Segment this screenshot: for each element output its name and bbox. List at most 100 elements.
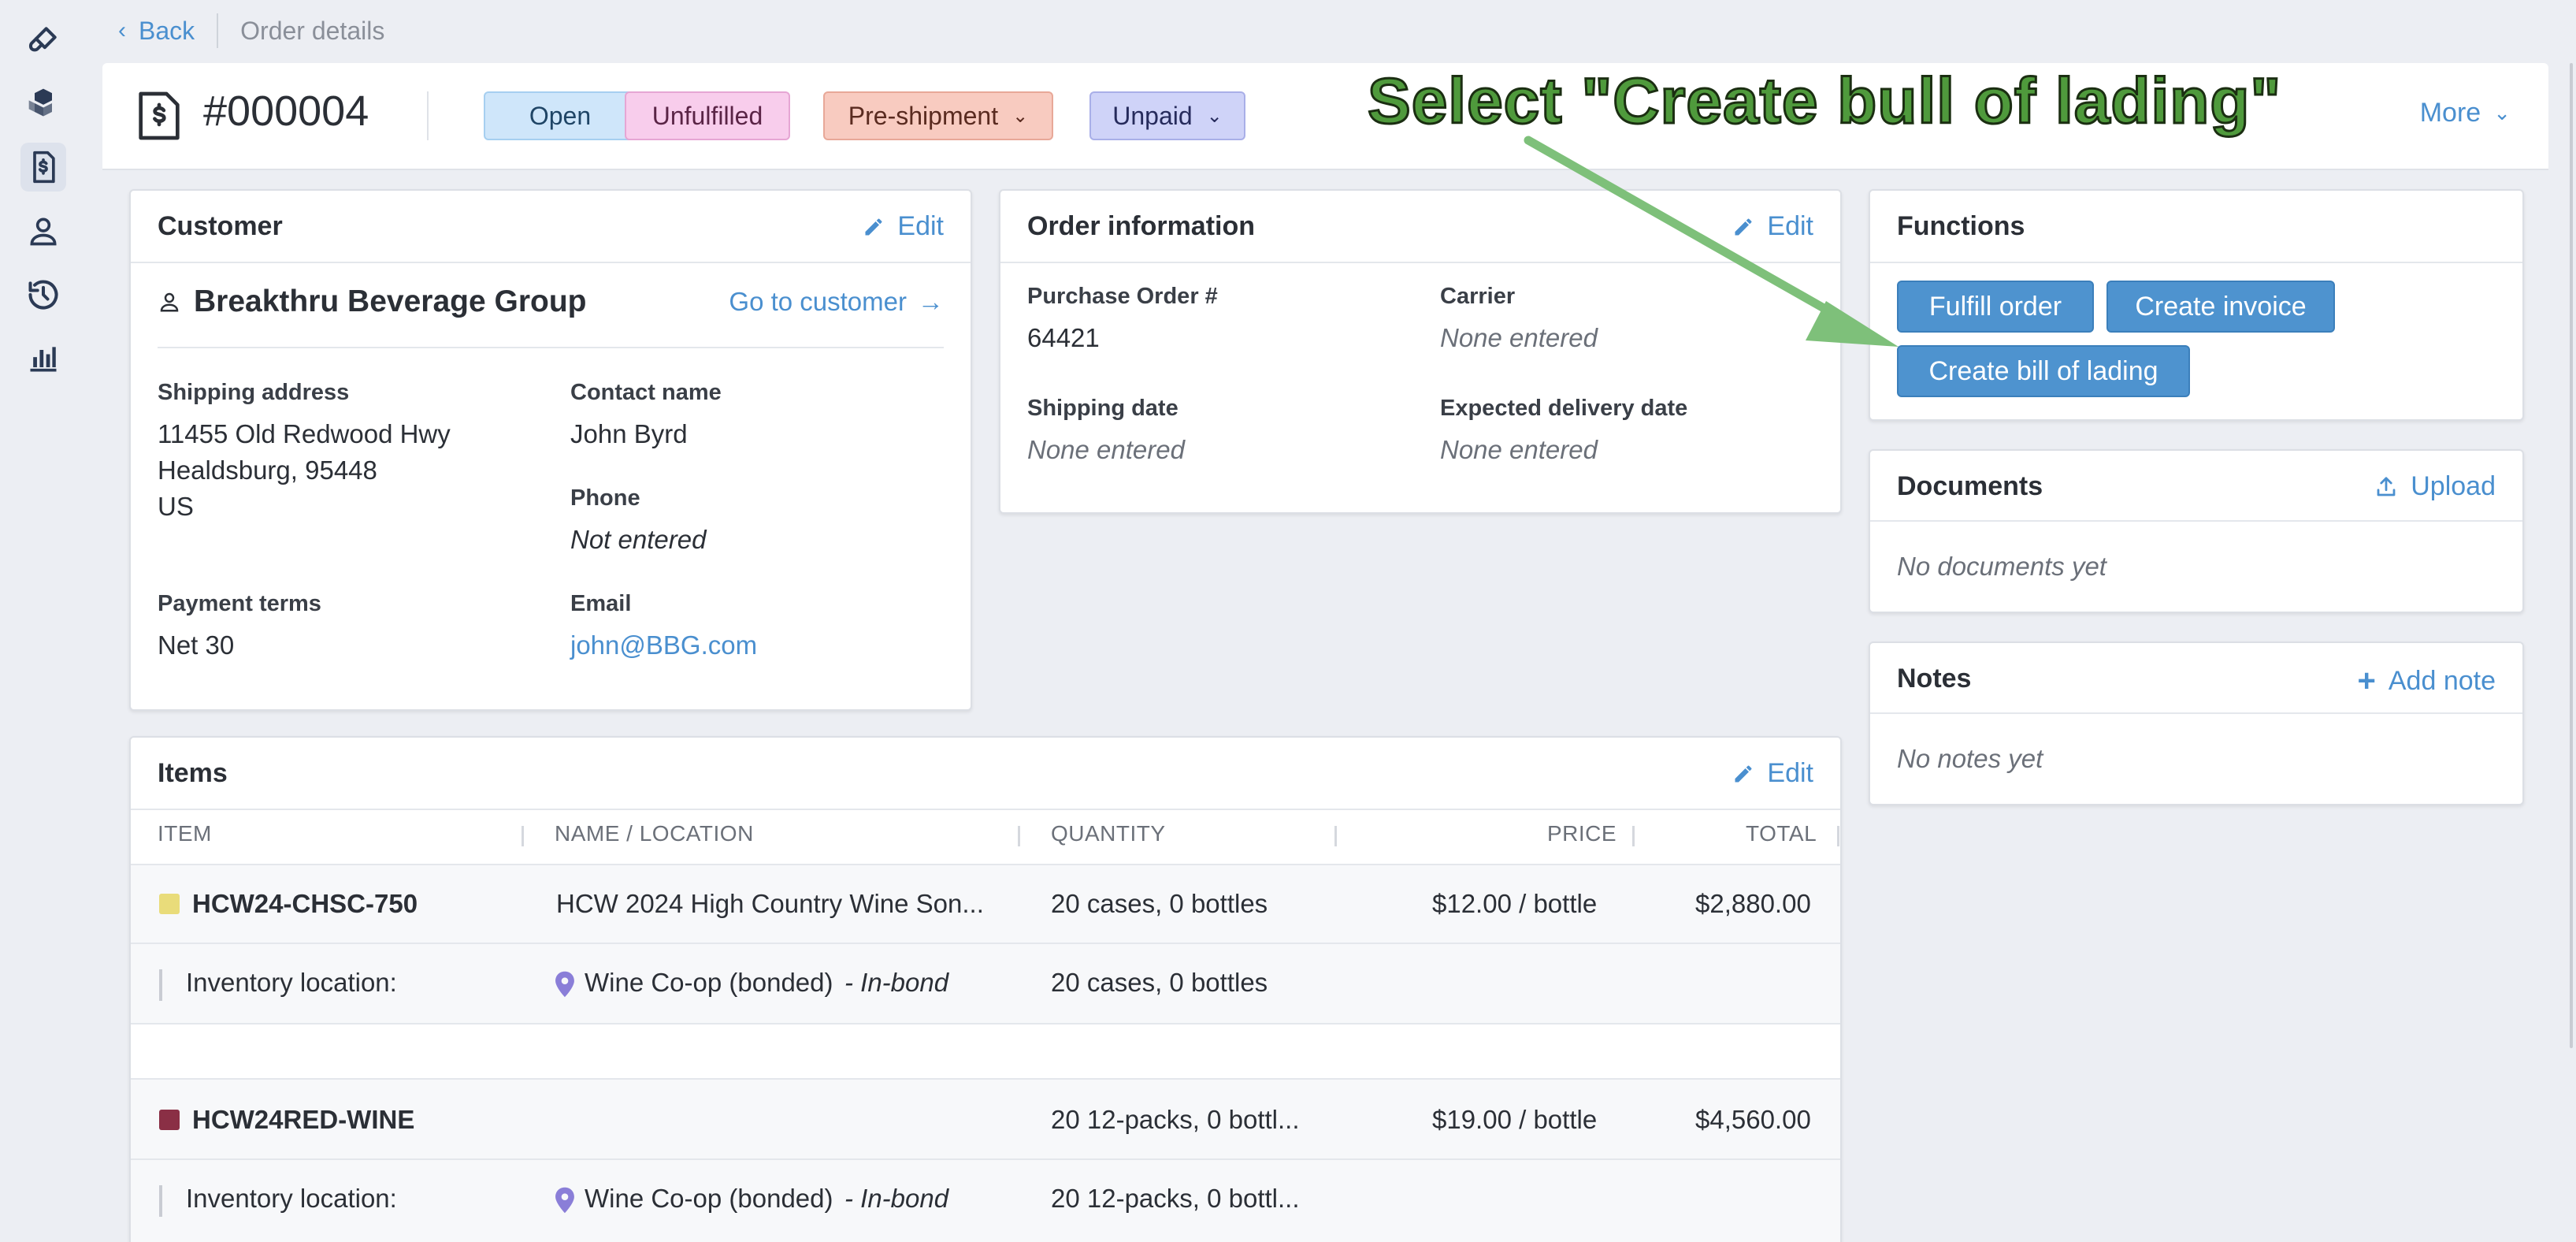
items-edit-button[interactable]: Edit [1732, 758, 1813, 789]
status-badge-payment[interactable]: Unpaid ⌄ [1089, 91, 1245, 140]
go-to-customer-label: Go to customer [729, 287, 907, 316]
back-link[interactable]: ‹ Back [118, 17, 195, 46]
column-header-name[interactable]: NAME / LOCATION [555, 821, 754, 846]
add-note-button[interactable]: + Add note [2358, 664, 2496, 699]
item-price: $19.00 / bottle [1432, 1105, 1598, 1134]
table-row-location: Inventory location: Wine Co-op (bonded) … [131, 944, 1840, 1024]
card-divider [1870, 262, 2522, 263]
card-divider [1870, 712, 2522, 714]
item-quantity: 20 cases, 0 bottles [1051, 889, 1268, 918]
item-name: HCW 2024 High Country Wine Son... [556, 889, 984, 918]
location-tag: - In-bond [844, 968, 949, 997]
column-header-item[interactable]: ITEM [158, 821, 212, 846]
item-color-swatch [159, 1110, 180, 1130]
chevron-down-icon: ⌄ [1206, 105, 1223, 127]
breadcrumb-divider [217, 13, 219, 48]
column-resize-handle[interactable] [1018, 826, 1020, 846]
location-name[interactable]: Wine Co-op (bonded) [585, 968, 833, 998]
po-value: 64421 [1027, 323, 1100, 352]
contact-name-value: John Byrd [570, 419, 688, 448]
header-divider [427, 91, 429, 140]
shipping-date-value: None entered [1027, 435, 1185, 464]
upload-button[interactable]: Upload [2374, 471, 2496, 502]
back-label: Back [139, 16, 195, 45]
functions-title: Functions [1897, 211, 2025, 241]
paintbrush-icon [28, 27, 57, 52]
location-label: Inventory location: [186, 1184, 397, 1213]
location-tag: - In-bond [844, 1184, 949, 1213]
status-badge-shipment[interactable]: Pre-shipment ⌄ [823, 91, 1053, 140]
location-label: Inventory location: [186, 968, 397, 997]
documents-title: Documents [1897, 471, 2043, 501]
pencil-icon [1735, 765, 1752, 782]
order-info-edit-button[interactable]: Edit [1732, 211, 1813, 242]
shipping-address-label: Shipping address [158, 380, 350, 405]
items-title: Items [158, 758, 228, 788]
email-link[interactable]: john@BBG.com [570, 627, 757, 664]
card-divider [1000, 262, 1840, 263]
payment-terms-label: Payment terms [158, 591, 321, 616]
column-resize-handle[interactable] [1837, 826, 1839, 846]
delivery-date-value: None entered [1440, 435, 1598, 464]
delivery-date-label: Expected delivery date [1440, 396, 1688, 421]
column-header-total[interactable]: TOTAL [1746, 821, 1817, 846]
badge-label: Unfulfilled [651, 101, 763, 130]
item-sku[interactable]: HCW24-CHSC-750 [192, 889, 418, 919]
map-pin-icon [555, 1187, 574, 1214]
functions-card: Functions Fulfill order Create invoice C… [1869, 189, 2524, 421]
card-divider [131, 809, 1840, 810]
bar-chart-icon [30, 347, 57, 372]
chevron-down-icon: ⌄ [2493, 101, 2511, 125]
page-scrollbar[interactable] [2570, 63, 2573, 1048]
carrier-value: None entered [1440, 323, 1598, 352]
column-header-quantity[interactable]: QUANTITY [1051, 821, 1166, 846]
table-row[interactable]: HCW24-CHSC-750 HCW 2024 High Country Win… [131, 865, 1840, 944]
po-label: Purchase Order # [1027, 284, 1218, 309]
item-color-swatch [159, 894, 180, 914]
left-rail [0, 0, 87, 1242]
column-resize-handle[interactable] [1334, 826, 1337, 846]
documents-card: Documents Upload No documents yet [1869, 449, 2524, 613]
payment-terms-value: Net 30 [158, 630, 235, 660]
column-resize-handle[interactable] [1632, 826, 1635, 846]
rail-item-customers[interactable] [20, 206, 66, 255]
go-to-customer-link[interactable]: Go to customer → [729, 287, 944, 317]
person-icon [30, 218, 57, 246]
rail-item-inventory[interactable] [20, 79, 66, 128]
column-header-price[interactable]: PRICE [1547, 821, 1616, 846]
status-badge-fulfillment: Unfulfilled [625, 91, 790, 140]
more-label: More [2419, 98, 2481, 128]
location-quantity: 20 12-packs, 0 bottl... [1051, 1184, 1300, 1213]
fulfill-order-button[interactable]: Fulfill order [1897, 281, 2094, 333]
person-icon [160, 292, 179, 312]
breadcrumb: ‹ Back Order details [118, 11, 384, 50]
more-menu-button[interactable]: More ⌄ [2420, 98, 2511, 128]
phone-label: Phone [570, 485, 640, 511]
location-quantity: 20 cases, 0 bottles [1051, 968, 1268, 997]
badge-label: Unpaid [1112, 101, 1193, 130]
add-note-label: Add note [2388, 666, 2496, 696]
rail-item-reports[interactable] [20, 334, 66, 383]
customer-edit-button[interactable]: Edit [863, 211, 944, 242]
upload-icon [2377, 476, 2396, 496]
shipping-address-line3: US [158, 492, 194, 521]
item-total: $4,560.00 [1695, 1105, 1811, 1134]
rail-item-paintbrush[interactable] [20, 16, 66, 65]
create-bill-of-lading-button[interactable]: Create bill of lading [1897, 345, 2190, 397]
item-total: $2,880.00 [1695, 889, 1811, 918]
item-sku[interactable]: HCW24RED-WINE [192, 1105, 414, 1135]
contact-name-label: Contact name [570, 380, 722, 405]
table-row[interactable]: HCW24RED-WINE 20 12-packs, 0 bottl... $1… [131, 1080, 1840, 1160]
rail-item-orders[interactable] [20, 143, 66, 192]
card-divider [1870, 520, 2522, 522]
status-badge-open: Open [484, 91, 637, 140]
table-row-spacer [131, 1024, 1840, 1080]
rail-item-history[interactable] [20, 270, 66, 319]
chevron-left-icon: ‹ [118, 17, 126, 43]
column-resize-handle[interactable] [522, 826, 524, 846]
create-invoice-button[interactable]: Create invoice [2106, 281, 2335, 333]
phone-value: Not entered [570, 525, 707, 554]
location-name[interactable]: Wine Co-op (bonded) [585, 1184, 833, 1214]
notes-title: Notes [1897, 664, 1972, 694]
order-document-icon [33, 151, 55, 184]
